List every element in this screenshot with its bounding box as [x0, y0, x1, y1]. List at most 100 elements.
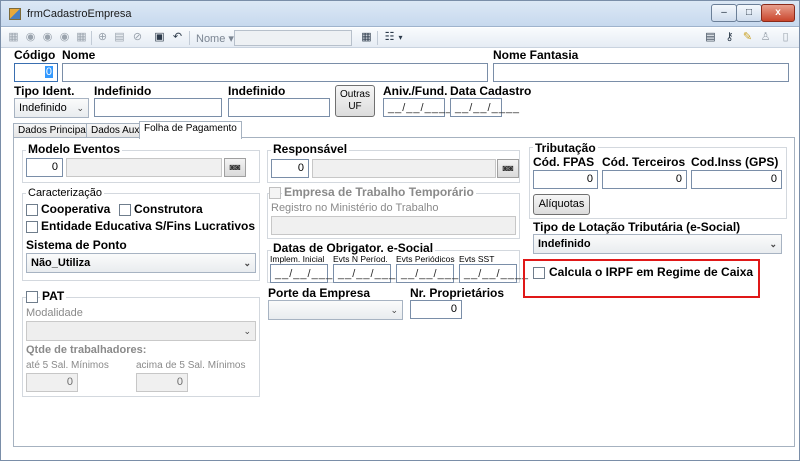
evts-sst-field[interactable]: __/__/____: [459, 264, 528, 283]
aniv-fund-field[interactable]: __/__/____: [383, 98, 452, 117]
tipo-ident-select[interactable]: Indefinido ⌄: [14, 98, 89, 118]
save-icon[interactable]: ▣: [153, 31, 166, 44]
nome-field[interactable]: [62, 63, 488, 82]
report-dropdown-icon[interactable]: ▾: [394, 31, 407, 44]
construtora-checkbox[interactable]: [119, 204, 131, 216]
cancel-icon[interactable]: ⊘: [131, 31, 144, 44]
tipo-lotacao-label: Tipo de Lotação Tributária (e-Social): [533, 220, 741, 234]
app-icon: [9, 8, 21, 20]
cooperativa-checkbox[interactable]: [26, 204, 38, 216]
porte-empresa-select[interactable]: ⌄: [268, 300, 403, 320]
cod-terceiros-label: Cód. Terceiros: [602, 155, 686, 169]
first-record-icon[interactable]: ▦: [7, 31, 20, 44]
new-record-icon[interactable]: ▦: [75, 31, 88, 44]
evts-n-period-field[interactable]: __/__/____: [333, 264, 402, 283]
toolbar-separator: [189, 31, 190, 45]
cod-fpas-field[interactable]: 0: [533, 170, 598, 189]
binoculars-icon: ◙◙: [502, 163, 514, 173]
codigo-field[interactable]: 0: [14, 63, 58, 82]
grid-view-icon[interactable]: ▦: [360, 31, 373, 44]
nome-fantasia-field[interactable]: [493, 63, 789, 82]
indefinido-1-label: Indefinido: [94, 84, 152, 98]
nr-proprietarios-field[interactable]: 0: [410, 300, 462, 319]
next-record-icon[interactable]: ◉: [41, 31, 54, 44]
highlight-annotation: [523, 259, 760, 298]
edit-record-icon[interactable]: ⊕: [96, 31, 109, 44]
sistema-ponto-label: Sistema de Ponto: [26, 238, 127, 252]
porte-empresa-label: Porte da Empresa: [268, 286, 371, 300]
cod-inss-field[interactable]: 0: [691, 170, 782, 189]
acima-5-salarios-label: acima de 5 Sal. Mínimos: [136, 360, 246, 371]
codigo-label: Código: [14, 48, 56, 62]
modalidade-select[interactable]: ⌄: [26, 321, 256, 341]
key-icon[interactable]: ⚷: [723, 31, 736, 44]
evts-periodicos-field[interactable]: __/__/____: [396, 264, 465, 283]
nome-fantasia-label: Nome Fantasia: [493, 48, 579, 62]
ate-5-salarios-field[interactable]: 0: [26, 373, 78, 392]
cod-inss-label: Cod.Inss (GPS): [691, 155, 779, 169]
registro-mt-field[interactable]: [271, 216, 516, 235]
outras-uf-button[interactable]: Outras UF: [335, 85, 375, 117]
indefinido-2-field[interactable]: [228, 98, 330, 117]
implem-inicial-label: Implem. Inicial: [270, 254, 325, 264]
user-icon[interactable]: ♙: [759, 31, 772, 44]
ate-5-salarios-label: até 5 Sal. Mínimos: [26, 360, 109, 371]
responsavel-description: [312, 159, 496, 178]
registro-mt-label: Registro no Ministério do Trabalho: [271, 202, 439, 214]
exit-icon[interactable]: ▯: [779, 31, 792, 44]
modelo-eventos-label: Modelo Eventos: [26, 142, 123, 156]
caracterizacao-title: Caracterização: [26, 187, 104, 199]
chevron-down-icon: ⌄: [243, 326, 251, 336]
toolbar-name-label[interactable]: Nome ▾: [196, 32, 234, 45]
indefinido-2-label: Indefinido: [228, 84, 286, 98]
toolbar-separator: [91, 31, 92, 45]
undo-icon[interactable]: ↶: [171, 31, 184, 44]
acima-5-salarios-field[interactable]: 0: [136, 373, 188, 392]
last-record-icon[interactable]: ◉: [58, 31, 71, 44]
sistema-ponto-select[interactable]: Não_Utiliza ⌄: [26, 253, 256, 273]
layout-icon[interactable]: ▤: [704, 31, 717, 44]
entidade-educativa-label: Entidade Educativa S/Fins Lucrativos: [41, 219, 256, 233]
data-cadastro-field[interactable]: __/__/____: [450, 98, 519, 117]
toolbar-search-input[interactable]: [234, 30, 352, 46]
modelo-eventos-field[interactable]: 0: [26, 158, 63, 177]
main-window: frmCadastroEmpresa – □ x ▦ ◉ ◉ ◉ ▦ ⊕ ▤ ⊘…: [0, 0, 800, 461]
tributacao-title: Tributação: [533, 141, 598, 155]
entidade-educativa-checkbox[interactable]: [26, 221, 38, 233]
aliquotas-button[interactable]: Alíquotas: [533, 194, 590, 215]
modelo-eventos-lookup-button[interactable]: ◙◙: [224, 158, 246, 177]
data-cadastro-label: Data Cadastro: [450, 84, 532, 98]
delete-record-icon[interactable]: ▤: [113, 31, 126, 44]
tipo-lotacao-select[interactable]: Indefinido ⌄: [533, 234, 782, 254]
aniv-fund-label: Aniv./Fund.: [383, 84, 448, 98]
evts-periodicos-label: Evts Periódicos: [396, 254, 455, 264]
modalidade-label: Modalidade: [26, 307, 83, 319]
responsavel-lookup-button[interactable]: ◙◙: [497, 159, 519, 178]
empresa-temporario-label: Empresa de Trabalho Temporário: [282, 185, 476, 199]
tipo-ident-label: Tipo Ident.: [14, 84, 75, 98]
implem-inicial-field[interactable]: __/__/____: [270, 264, 339, 283]
title-bar[interactable]: frmCadastroEmpresa – □ x: [1, 1, 799, 27]
tab-dados-aux[interactable]: Dados Aux.: [86, 123, 148, 138]
edit-icon[interactable]: ✎: [741, 31, 754, 44]
tab-folha-pagamento[interactable]: Folha de Pagamento: [139, 121, 242, 139]
evts-sst-label: Evts SST: [459, 254, 495, 264]
minimize-button[interactable]: –: [711, 4, 737, 22]
cod-fpas-label: Cód. FPAS: [533, 155, 595, 169]
pat-checkbox[interactable]: [26, 291, 38, 303]
qtde-trabalhadores-label: Qtde de trabalhadores:: [26, 344, 147, 356]
chevron-down-icon: ⌄: [243, 258, 251, 268]
responsavel-field[interactable]: 0: [271, 159, 309, 178]
responsavel-label: Responsável: [271, 142, 350, 156]
maximize-button[interactable]: □: [736, 4, 762, 22]
construtora-label: Construtora: [134, 202, 203, 216]
indefinido-1-field[interactable]: [94, 98, 222, 117]
datas-obrigatoriedade-title: Datas de Obrigator. e-Social: [271, 241, 436, 255]
chevron-down-icon: ⌄: [390, 305, 398, 315]
cod-terceiros-field[interactable]: 0: [602, 170, 687, 189]
previous-record-icon[interactable]: ◉: [24, 31, 37, 44]
close-button[interactable]: x: [761, 4, 795, 22]
empresa-temporario-checkbox[interactable]: [269, 187, 281, 199]
evts-n-period-label: Evts N Períod.: [333, 254, 388, 264]
toolbar-separator: [377, 31, 378, 45]
